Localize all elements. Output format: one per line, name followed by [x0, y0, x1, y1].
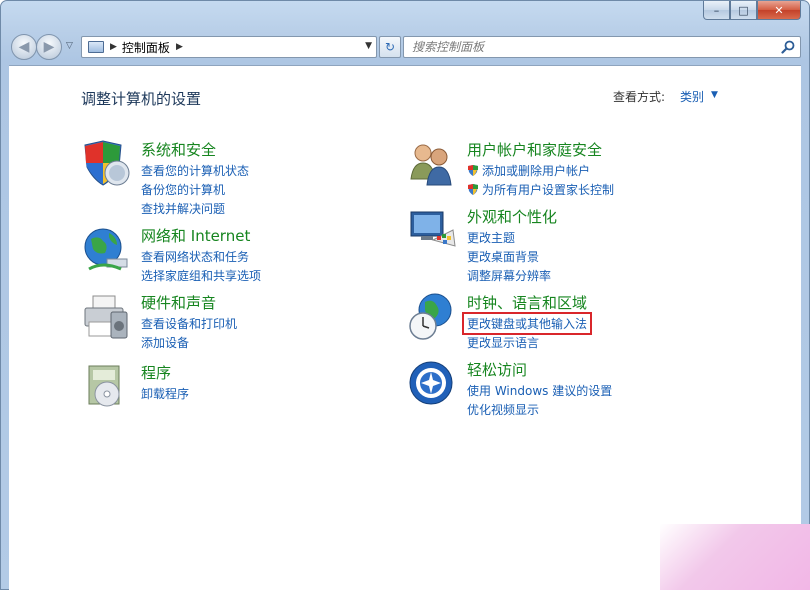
search-input[interactable]	[404, 37, 764, 57]
link-devices-printers[interactable]: 查看设备和打印机	[141, 314, 237, 333]
link-change-desktop-background[interactable]: 更改桌面背景	[467, 247, 551, 266]
close-button[interactable]: ✕	[757, 1, 801, 20]
link-network-status[interactable]: 查看网络状态和任务	[141, 247, 261, 266]
ease-access-icon[interactable]	[407, 359, 457, 409]
breadcrumb-control-panel[interactable]: 控制面板	[122, 39, 170, 56]
category-links: 查看网络状态和任务 选择家庭组和共享选项	[141, 247, 261, 285]
view-by-label: 查看方式:	[613, 90, 666, 104]
link-add-device[interactable]: 添加设备	[141, 333, 237, 352]
link-windows-recommended-settings[interactable]: 使用 Windows 建议的设置	[467, 381, 612, 400]
address-dropdown-icon[interactable]: ▼	[365, 41, 372, 51]
control-panel-icon	[88, 41, 104, 53]
chevron-right-icon[interactable]: ▶	[110, 42, 117, 52]
decorative-pink-patch	[660, 524, 810, 590]
program-disc-icon[interactable]	[81, 362, 131, 412]
link-adjust-resolution[interactable]: 调整屏幕分辨率	[467, 266, 551, 285]
category-title[interactable]: 程序	[141, 362, 171, 383]
monitor-palette-icon[interactable]	[407, 206, 457, 256]
category-title[interactable]: 外观和个性化	[467, 206, 557, 227]
link-label[interactable]: 添加或删除用户帐户	[482, 162, 590, 179]
users-icon[interactable]	[407, 139, 457, 189]
network-globe-icon[interactable]	[81, 225, 131, 275]
category-title[interactable]: 轻松访问	[467, 359, 527, 380]
printer-icon[interactable]	[81, 292, 131, 342]
category-title[interactable]: 硬件和声音	[141, 292, 216, 313]
page-title: 调整计算机的设置	[81, 90, 202, 108]
link-backup-computer[interactable]: 备份您的计算机	[141, 180, 249, 199]
category-links: 更改键盘或其他输入法 更改显示语言	[461, 312, 593, 352]
forward-button[interactable]: ▶	[36, 34, 62, 60]
uac-shield-icon	[468, 184, 478, 195]
refresh-button[interactable]: ↻	[379, 36, 401, 58]
highlighted-link-label[interactable]: 更改键盘或其他输入法	[461, 312, 593, 335]
link-label[interactable]: 为所有用户设置家长控制	[482, 181, 614, 198]
category-links: 卸载程序	[141, 384, 189, 403]
link-find-fix-problems[interactable]: 查找并解决问题	[141, 199, 249, 218]
link-add-remove-accounts[interactable]: 添加或删除用户帐户	[467, 161, 614, 180]
category-links: 添加或删除用户帐户 为所有用户设置家长控制	[467, 161, 614, 199]
category-links: 更改主题 更改桌面背景 调整屏幕分辨率	[467, 228, 551, 285]
link-change-theme[interactable]: 更改主题	[467, 228, 551, 247]
category-title[interactable]: 用户帐户和家庭安全	[467, 139, 602, 160]
link-uninstall-program[interactable]: 卸载程序	[141, 384, 189, 403]
content-area: 调整计算机的设置 查看方式: 类别 ▼ 系统和安全 查看您的计算机状态 备份您的…	[9, 65, 801, 590]
search-icon[interactable]	[781, 40, 795, 54]
address-bar[interactable]: ▶ 控制面板 ▶ ▼	[81, 36, 377, 58]
category-title[interactable]: 系统和安全	[141, 139, 216, 160]
globe-clock-icon[interactable]	[407, 292, 457, 342]
link-view-computer-status[interactable]: 查看您的计算机状态	[141, 161, 249, 180]
minimize-button[interactable]: –	[703, 1, 730, 20]
category-links: 使用 Windows 建议的设置 优化视频显示	[467, 381, 612, 419]
control-panel-window: – □ ✕ ◀ ▶ ▽ ▶ 控制面板 ▶ ▼ ↻ 调整计算机的设置 查看方式: …	[0, 0, 810, 590]
search-box[interactable]	[403, 36, 801, 58]
maximize-button[interactable]: □	[730, 1, 757, 20]
recent-pages-icon[interactable]: ▽	[66, 41, 73, 51]
uac-shield-icon	[468, 165, 478, 176]
link-optimize-video-display[interactable]: 优化视频显示	[467, 400, 612, 419]
category-links: 查看设备和打印机 添加设备	[141, 314, 237, 352]
category-links: 查看您的计算机状态 备份您的计算机 查找并解决问题	[141, 161, 249, 218]
link-change-display-language[interactable]: 更改显示语言	[467, 333, 589, 352]
caption-buttons: – □ ✕	[703, 1, 801, 20]
category-title[interactable]: 网络和 Internet	[141, 225, 250, 246]
link-change-keyboard-input[interactable]: 更改键盘或其他输入法	[461, 312, 593, 335]
chevron-down-icon[interactable]: ▼	[711, 90, 718, 100]
view-by-dropdown[interactable]: 类别	[680, 88, 704, 105]
chevron-right-icon[interactable]: ▶	[176, 42, 183, 52]
navigation-bar: ◀ ▶ ▽ ▶ 控制面板 ▶ ▼ ↻	[9, 33, 801, 61]
shield-pc-icon[interactable]	[81, 139, 131, 189]
category-title[interactable]: 时钟、语言和区域	[467, 292, 587, 313]
link-homegroup-sharing[interactable]: 选择家庭组和共享选项	[141, 266, 261, 285]
link-parental-controls[interactable]: 为所有用户设置家长控制	[467, 180, 614, 199]
back-button[interactable]: ◀	[11, 34, 37, 60]
